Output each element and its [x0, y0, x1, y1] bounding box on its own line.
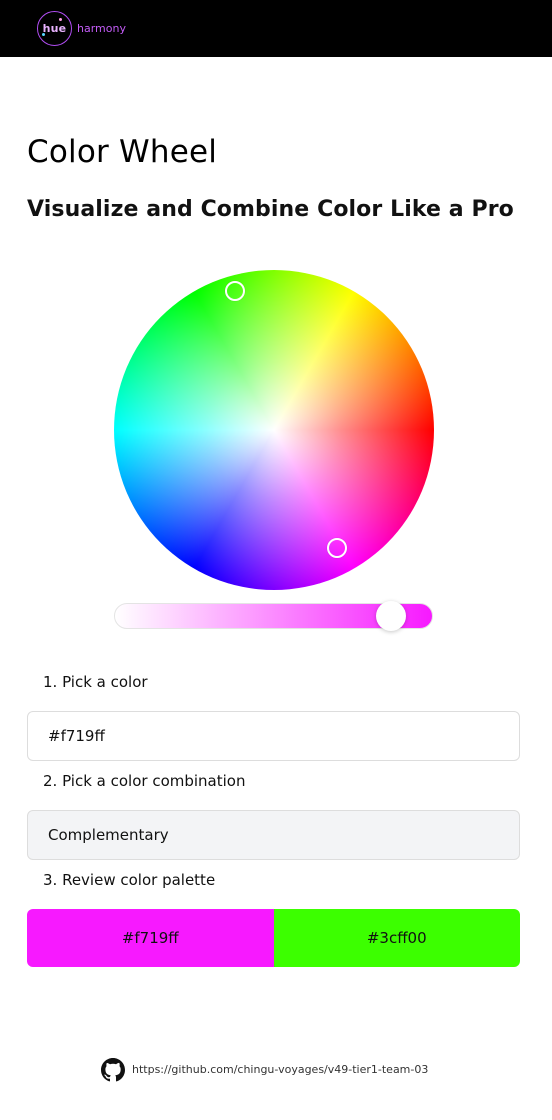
- footer: https://github.com/chingu-voyages/v49-ti…: [101, 1057, 428, 1082]
- color-wheel-saturation-overlay: [114, 270, 434, 590]
- page-title: Color Wheel: [27, 134, 218, 170]
- step-review-palette-label: 3. Review color palette: [43, 871, 216, 889]
- page-subtitle: Visualize and Combine Color Like a Pro: [27, 197, 514, 222]
- color-combination-select[interactable]: Complementary: [27, 810, 520, 860]
- navbar: hue harmony: [0, 0, 552, 57]
- logo-dot: [42, 33, 45, 36]
- logo-text: hue: [42, 22, 67, 35]
- palette-swatch-complement[interactable]: #3cff00: [273, 909, 520, 967]
- color-combination-value: Complementary: [48, 826, 169, 844]
- step-pick-color-label: 1. Pick a color: [43, 673, 148, 691]
- palette-swatch-label: #3cff00: [366, 929, 427, 947]
- logo-dot: [59, 18, 62, 21]
- complement-color-handle[interactable]: [225, 281, 245, 301]
- logo[interactable]: hue: [37, 11, 72, 46]
- brand-name: harmony: [77, 22, 126, 35]
- color-wheel[interactable]: [114, 270, 434, 590]
- color-palette: #f719ff #3cff00: [27, 909, 520, 967]
- brightness-slider-thumb[interactable]: [376, 601, 406, 631]
- palette-swatch-label: #f719ff: [121, 929, 179, 947]
- hex-color-input[interactable]: [27, 711, 520, 761]
- github-repo-link[interactable]: https://github.com/chingu-voyages/v49-ti…: [132, 1063, 428, 1076]
- palette-swatch-primary[interactable]: #f719ff: [27, 909, 274, 967]
- github-icon: [101, 1057, 125, 1081]
- step-pick-combination-label: 2. Pick a color combination: [43, 772, 246, 790]
- selected-color-handle[interactable]: [327, 538, 347, 558]
